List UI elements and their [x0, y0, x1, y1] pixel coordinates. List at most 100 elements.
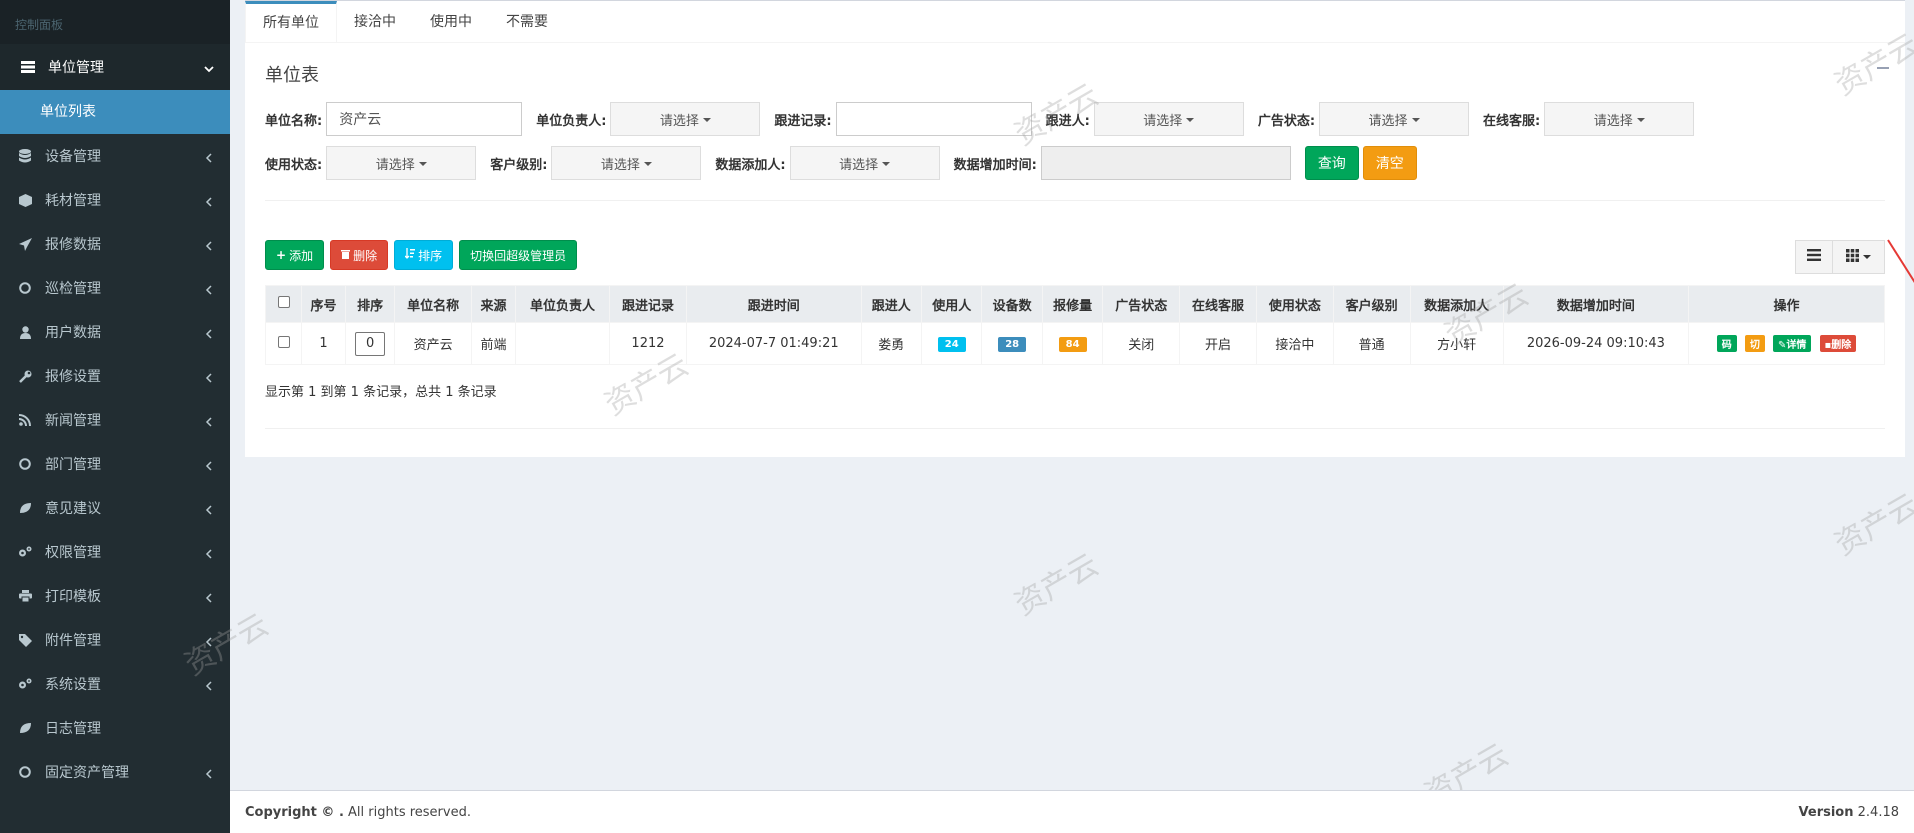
chevron-left-icon: [204, 195, 214, 207]
ad-status-select[interactable]: 请选择: [1319, 102, 1470, 136]
cell-operations: 码 切 ✎详情 ▪删除: [1688, 322, 1885, 365]
unit-owner-select[interactable]: 请选择: [610, 102, 761, 136]
list-view-button[interactable]: [1795, 240, 1833, 274]
copyright-bold: Copyright © .: [245, 804, 344, 820]
add-label: 添加: [289, 248, 314, 263]
column-header[interactable]: 跟进人: [860, 285, 923, 323]
sidebar-item-device-management[interactable]: 设备管理: [0, 134, 230, 178]
unit-name-input[interactable]: [326, 102, 523, 136]
sidebar-item-unit-management[interactable]: 单位管理: [0, 44, 230, 90]
detail-button[interactable]: ✎详情: [1772, 335, 1812, 352]
cell-repairs: 84: [1041, 322, 1104, 365]
select-placeholder: 请选择: [659, 113, 699, 129]
leaf-icon: [15, 721, 35, 735]
column-header[interactable]: 在线客服: [1179, 285, 1257, 323]
row-checkbox[interactable]: [277, 335, 290, 348]
sidebar-item-print-templates[interactable]: 打印模板: [0, 574, 230, 618]
follower-select[interactable]: 请选择: [1093, 102, 1244, 136]
column-header[interactable]: 单位负责人: [515, 285, 611, 323]
use-status-select[interactable]: 请选择: [326, 146, 477, 180]
data-add-time-input[interactable]: [1040, 146, 1291, 180]
table-toolbar: + 添加 删除 排序 切换回超级管理员: [265, 240, 578, 270]
chevron-left-icon: [204, 239, 214, 251]
column-header[interactable]: 数据添加人: [1409, 285, 1504, 323]
switch-super-admin-button[interactable]: 切换回超级管理员: [459, 240, 578, 270]
cut-button[interactable]: 切: [1744, 335, 1765, 352]
rss-icon: [15, 413, 35, 427]
sidebar-item-consumables-management[interactable]: 耗材管理: [0, 178, 230, 222]
tab-negotiating[interactable]: 接洽中: [337, 1, 413, 42]
sidebar-item-repair-settings[interactable]: 报修设置: [0, 354, 230, 398]
column-header[interactable]: 数据增加时间: [1502, 285, 1690, 323]
follow-record-input[interactable]: [835, 102, 1032, 136]
clear-button[interactable]: 清空: [1362, 146, 1417, 180]
column-header[interactable]: 客户级别: [1332, 285, 1411, 323]
sidebar-item-system-settings[interactable]: 系统设置: [0, 662, 230, 706]
column-header[interactable]: 使用人: [921, 285, 983, 323]
chevron-left-icon: [204, 459, 214, 471]
trash-icon: [341, 248, 351, 262]
unit-name-label: 单位名称:: [265, 113, 323, 129]
sidebar-item-inspection-management[interactable]: 巡检管理: [0, 266, 230, 310]
sidebar-item-repair-data[interactable]: 报修数据: [0, 222, 230, 266]
column-header[interactable]: 报修量: [1041, 285, 1104, 323]
column-header[interactable]: 广告状态: [1102, 285, 1181, 323]
grid-view-button[interactable]: [1833, 240, 1885, 274]
tab-in-use[interactable]: 使用中: [413, 1, 489, 42]
chevron-left-icon: [204, 679, 214, 691]
delete-label: 删除: [353, 248, 378, 263]
sidebar-item-fixed-asset-management[interactable]: 固定资产管理: [0, 750, 230, 794]
column-header[interactable]: 使用状态: [1255, 285, 1334, 323]
chevron-left-icon: [204, 283, 214, 295]
sidebar-item-department-management[interactable]: 部门管理: [0, 442, 230, 486]
select-placeholder: 请选择: [1143, 113, 1183, 129]
column-header[interactable]: 设备数: [981, 285, 1043, 323]
column-header[interactable]: 来源: [470, 285, 517, 323]
sidebar-item-user-data[interactable]: 用户数据: [0, 310, 230, 354]
sort-button[interactable]: 排序: [394, 240, 454, 270]
submenu-item-unit-list[interactable]: 单位列表: [0, 90, 230, 134]
sidebar-item-log-management[interactable]: 日志管理: [0, 706, 230, 750]
row-delete-button[interactable]: ▪删除: [1819, 335, 1857, 352]
chevron-left-icon: [204, 415, 214, 427]
sidebar-item-suggestions[interactable]: 意见建议: [0, 486, 230, 530]
submenu: 单位列表: [0, 90, 230, 134]
cell-follow-time: 2024-07-7 01:49:21: [685, 322, 862, 365]
list-icon: [1807, 249, 1821, 265]
delete-button[interactable]: 删除: [330, 240, 389, 270]
ad-status-label: 广告状态:: [1257, 113, 1316, 129]
circle-icon: [15, 457, 35, 471]
sidebar-item-attachment-management[interactable]: 附件管理: [0, 618, 230, 662]
column-header[interactable]: 序号: [300, 285, 347, 323]
list-icon: [18, 60, 38, 74]
column-header[interactable]: 单位名称: [394, 285, 472, 323]
collapse-icon[interactable]: [1877, 61, 1889, 73]
column-header[interactable]: 跟进记录: [609, 285, 687, 323]
column-header[interactable]: 排序: [345, 285, 396, 323]
cube-icon: [15, 193, 35, 207]
code-button[interactable]: 码: [1716, 335, 1737, 352]
pagination-summary: 显示第 1 到第 1 条记录，总共 1 条记录: [265, 385, 497, 400]
data-adder-select[interactable]: 请选择: [789, 146, 940, 180]
sidebar: 控制面板 单位管理 单位列表 设备管理 耗材管理 报修数据 巡检管理 用户数据: [0, 0, 230, 833]
sidebar-item-label: 固定资产管理: [45, 765, 129, 781]
tab-all-units[interactable]: 所有单位: [245, 1, 337, 42]
sidebar-item-label: 报修数据: [45, 237, 101, 253]
tab-not-needed[interactable]: 不需要: [489, 1, 565, 42]
query-button[interactable]: 查询: [1304, 146, 1359, 180]
filter-row-1: 单位名称: 单位负责人: 请选择 跟进记录: 跟进人: 请选择 广告状态: 请选…: [265, 102, 1695, 136]
cell-ad-status: 关闭: [1102, 322, 1181, 365]
chevron-left-icon: [204, 151, 214, 163]
column-header[interactable]: 跟进时间: [685, 285, 862, 323]
customer-level-select[interactable]: 请选择: [551, 146, 702, 180]
select-all-checkbox[interactable]: [277, 296, 290, 308]
chevron-left-icon: [204, 503, 214, 515]
select-placeholder: 请选择: [600, 157, 640, 173]
sort-input[interactable]: 0: [355, 331, 386, 356]
sidebar-item-news-management[interactable]: 新闻管理: [0, 398, 230, 442]
sidebar-item-permission-management[interactable]: 权限管理: [0, 530, 230, 574]
table-row[interactable]: 1 0 资产云 前端 1212 2024-07-7 01:49:21 娄勇 24…: [265, 322, 1885, 365]
add-button[interactable]: + 添加: [265, 240, 325, 270]
online-service-select[interactable]: 请选择: [1544, 102, 1695, 136]
sidebar-header: 控制面板: [0, 0, 230, 44]
